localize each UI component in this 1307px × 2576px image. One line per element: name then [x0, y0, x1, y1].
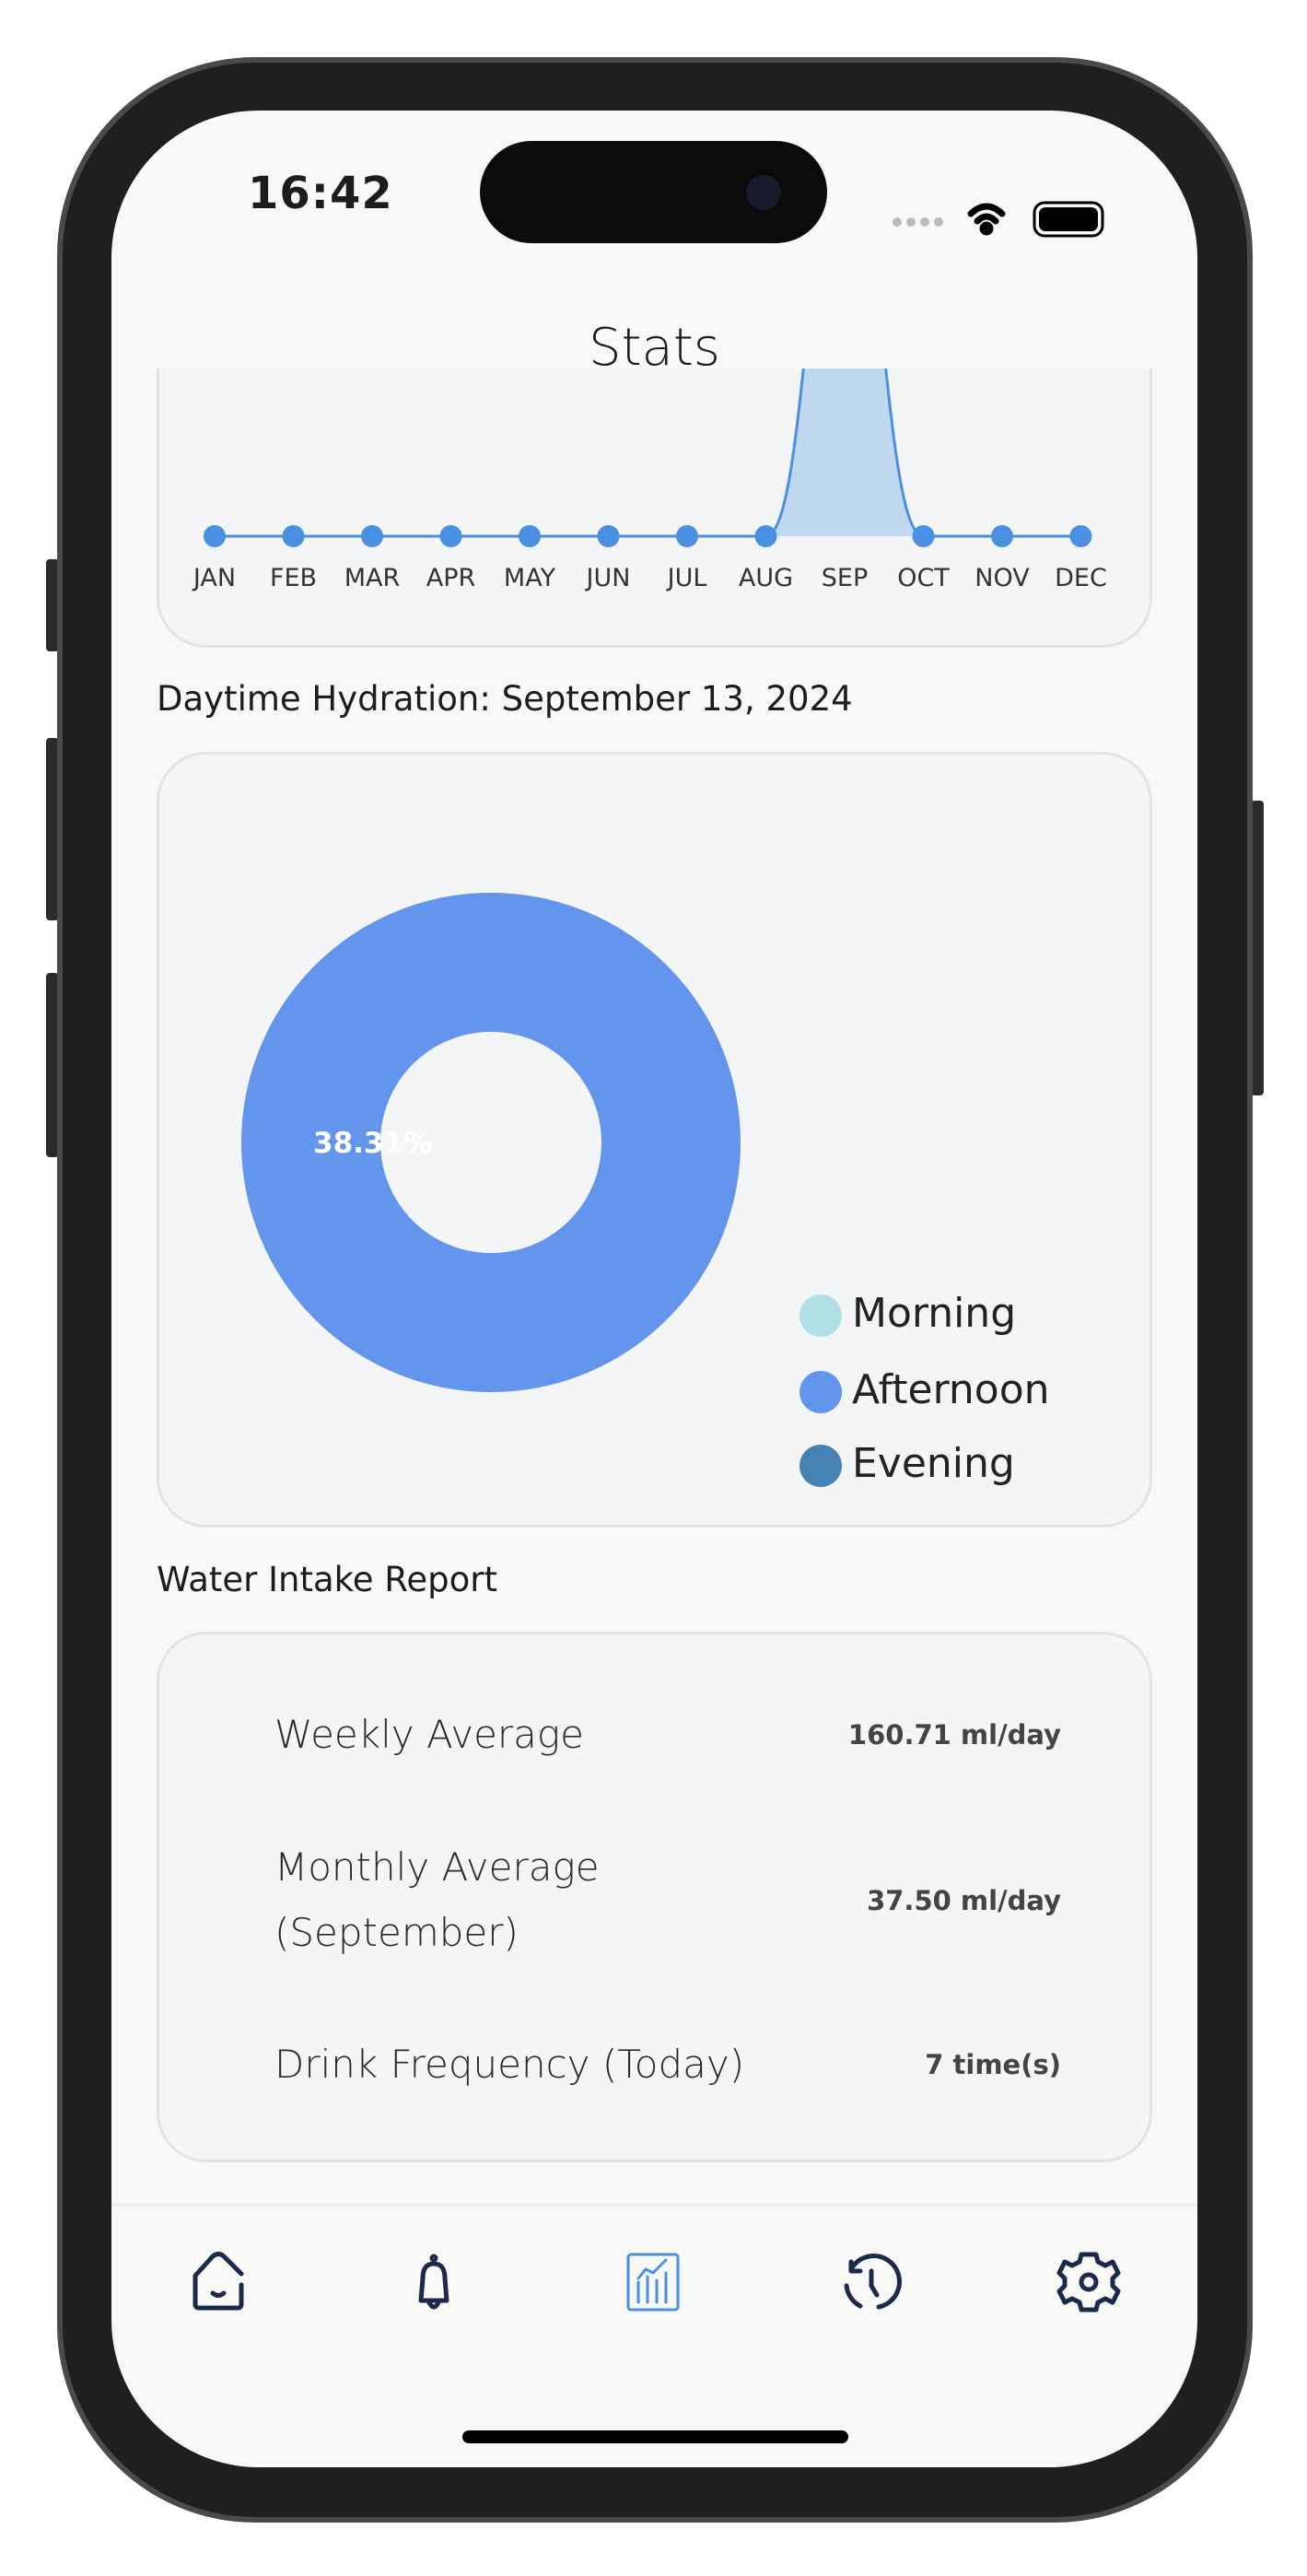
x-tick-sep: SEP — [821, 564, 869, 592]
data-point-apr[interactable] — [439, 525, 462, 547]
report-card: Weekly Average 160.71 ml/day Monthly Ave… — [157, 1632, 1152, 2162]
home-indicator[interactable] — [462, 2430, 848, 2443]
pie-section-header: Daytime Hydration: September 13, 2024 — [157, 679, 853, 719]
legend-swatch-morning — [799, 1294, 842, 1337]
legend-swatch-afternoon — [799, 1371, 842, 1413]
x-tick-nov: NOV — [974, 564, 1030, 592]
tab-home-icon[interactable] — [193, 2252, 244, 2311]
data-point-may[interactable] — [519, 525, 541, 547]
tab-reminders-bell-icon[interactable] — [418, 2254, 449, 2310]
legend-label-afternoon[interactable]: Afternoon — [852, 1366, 1050, 1413]
x-tick-feb: FEB — [269, 564, 318, 592]
x-tick-jul: JUL — [667, 564, 707, 592]
legend-label-evening[interactable]: Evening — [852, 1440, 1015, 1487]
data-point-jul[interactable] — [676, 525, 698, 547]
data-point-oct[interactable] — [912, 525, 935, 547]
weekly-average-label: Weekly Average — [274, 1712, 584, 1757]
slice-data-label: 38.31% — [313, 1127, 432, 1160]
signal-icon — [893, 217, 943, 227]
status-time: 16:42 — [248, 168, 393, 219]
x-tick-apr: APR — [426, 564, 476, 592]
dynamic-island — [480, 141, 827, 243]
x-tick-mar: MAR — [344, 564, 401, 592]
data-point-feb[interactable] — [282, 525, 305, 547]
monthly-average-sublabel: (September) — [274, 1910, 519, 1955]
monthly-line-chart — [204, 369, 1092, 547]
legend-label-morning[interactable]: Morning — [852, 1290, 1016, 1337]
area-fill — [215, 369, 1081, 536]
tab-settings-gear-icon[interactable] — [1056, 2252, 1121, 2313]
x-tick-dec: DEC — [1055, 564, 1107, 592]
x-tick-oct: OCT — [897, 564, 950, 592]
monthly-average-value: 37.50 ml/day — [867, 1885, 1061, 1916]
power-button[interactable] — [1251, 801, 1264, 1095]
tab-bar — [193, 2252, 1121, 2313]
tab-history-icon[interactable] — [844, 2254, 902, 2310]
drink-frequency-label: Drink Frequency (Today) — [274, 2042, 745, 2087]
data-point-mar[interactable] — [361, 525, 383, 547]
legend-swatch-evening — [799, 1445, 842, 1487]
weekly-average-value: 160.71 ml/day — [847, 1719, 1061, 1751]
drink-frequency-value: 7 time(s) — [925, 2049, 1061, 2080]
wifi-icon — [967, 203, 1006, 236]
tab-stats-chart-icon[interactable] — [626, 2253, 680, 2312]
tab-bar-divider — [111, 2204, 1197, 2207]
data-point-nov[interactable] — [991, 525, 1013, 547]
series-line — [215, 369, 1081, 538]
monthly-chart-card: JAN FEB MAR APR MAY JUN JUL AUG SEP OCT NOV DEC — [157, 369, 1152, 648]
donut-chart: 38.31% — [241, 893, 741, 1392]
x-tick-may: MAY — [503, 564, 556, 592]
x-tick-aug: AUG — [738, 564, 794, 592]
x-tick-jan: JAN — [193, 564, 237, 592]
monthly-average-label: Monthly Average — [274, 1844, 600, 1890]
data-point-dec[interactable] — [1069, 525, 1092, 547]
report-header: Water Intake Report — [157, 1560, 497, 1599]
data-point-jun[interactable] — [597, 525, 620, 547]
data-point-aug[interactable] — [754, 525, 777, 547]
pie-chart-card: 38.31% Morning Afternoon Evening — [157, 752, 1152, 1528]
data-point-jan[interactable] — [204, 525, 226, 547]
status-icons — [893, 201, 1104, 238]
screen: 16:42 Stats JAN FEB MAR APR MAY JUN JUL AUG SEP O… — [111, 111, 1197, 2467]
battery-icon — [1033, 201, 1104, 238]
x-tick-jun: JUN — [586, 564, 631, 592]
